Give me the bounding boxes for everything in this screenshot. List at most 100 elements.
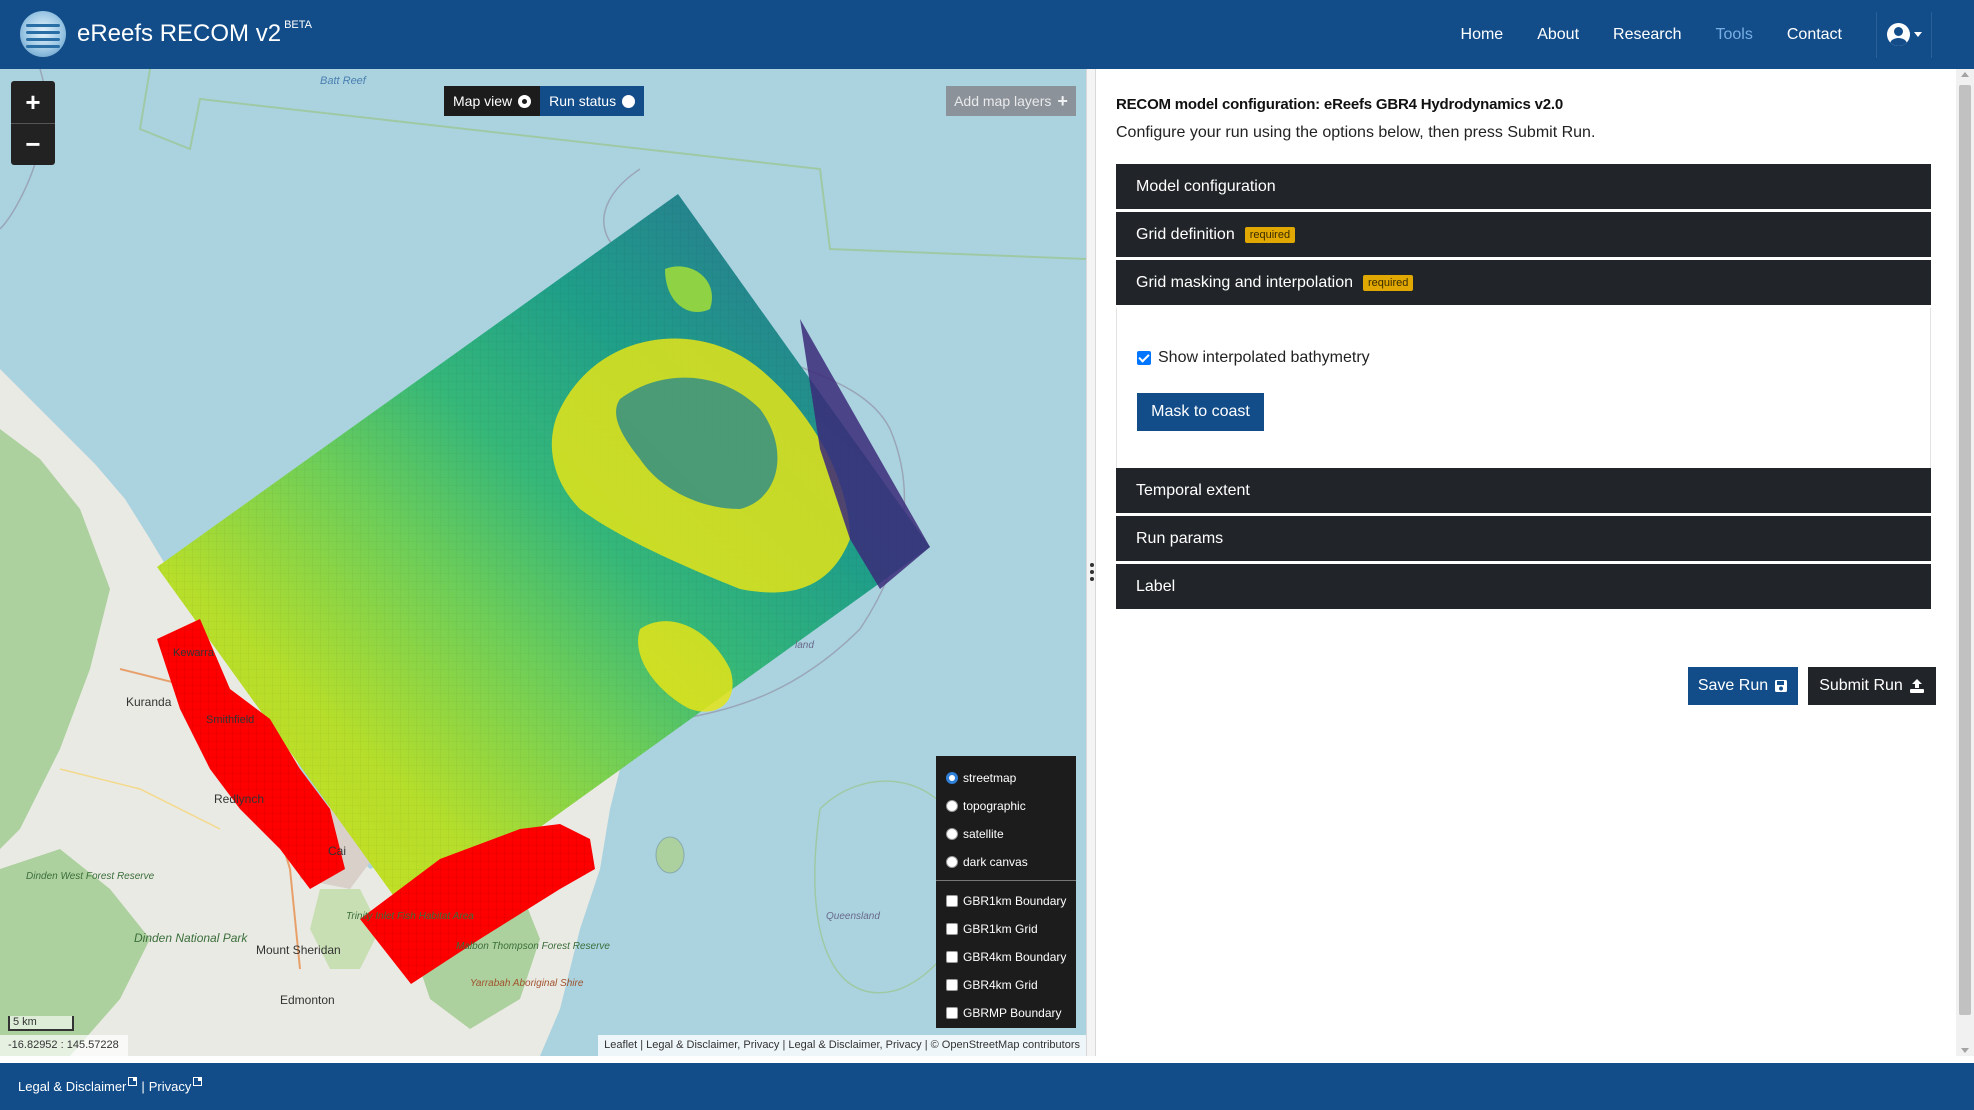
- basemap-label: streetmap: [963, 771, 1017, 785]
- section-label[interactable]: Label: [1116, 564, 1931, 612]
- radio-selected-icon: [518, 94, 532, 108]
- overlay-option-gbr4km-grid[interactable]: GBR4km Grid: [936, 971, 1076, 999]
- user-menu-button[interactable]: [1876, 11, 1932, 58]
- section-label: Model configuration: [1136, 177, 1276, 195]
- map-view-label: Map view: [453, 93, 513, 109]
- checkbox-icon[interactable]: [946, 895, 958, 907]
- plus-icon: +: [1057, 90, 1068, 111]
- section-temporal-extent[interactable]: Temporal extent: [1116, 468, 1931, 516]
- radio-icon[interactable]: [946, 772, 958, 784]
- section-label: Run params: [1136, 529, 1224, 547]
- config-subtitle: Configure your run using the options bel…: [1116, 124, 1596, 141]
- map-place-label: Cai: [328, 844, 346, 858]
- radio-icon[interactable]: [946, 828, 958, 840]
- overlay-label: GBR1km Grid: [963, 922, 1038, 936]
- pane-splitter[interactable]: [1086, 69, 1096, 1056]
- footer-separator: |: [141, 1079, 145, 1094]
- nav-tools[interactable]: Tools: [1716, 26, 1753, 44]
- layer-switcher: streetmap topographic satellite dark can…: [936, 756, 1076, 1028]
- basemap-option-dark-canvas[interactable]: dark canvas: [936, 848, 1076, 876]
- config-accordion: Model configuration Grid definition requ…: [1116, 164, 1931, 612]
- config-panel: RECOM model configuration: eReefs GBR4 H…: [1096, 69, 1956, 1056]
- map-place-label: Queensland: [826, 911, 880, 922]
- checkbox-icon[interactable]: [946, 951, 958, 963]
- overlay-label: GBR1km Boundary: [963, 894, 1067, 908]
- scroll-thumb[interactable]: [1959, 85, 1971, 1015]
- radio-unselected-icon: [622, 94, 636, 108]
- legal-disclaimer-link[interactable]: Legal & Disclaimer: [18, 1079, 126, 1094]
- section-model-configuration[interactable]: Model configuration: [1116, 164, 1931, 212]
- ereefs-logo-icon: [20, 11, 66, 57]
- map-place-label: Mount Sheridan: [256, 943, 341, 957]
- map-canvas[interactable]: Batt Reef Kewarra Kuranda Smithfield Redlync…: [0, 69, 1086, 1056]
- section-label: Temporal extent: [1136, 481, 1250, 499]
- overlay-option-gbr4km-boundary[interactable]: GBR4km Boundary: [936, 943, 1076, 971]
- section-label-text: Label: [1136, 577, 1176, 595]
- show-bathymetry-label: Show interpolated bathymetry: [1158, 349, 1370, 366]
- user-account-icon: [1886, 23, 1910, 46]
- drag-handle-icon[interactable]: [1090, 563, 1094, 581]
- basemap-option-topographic[interactable]: topographic: [936, 792, 1076, 820]
- basemap-label: satellite: [963, 827, 1004, 841]
- section-run-params[interactable]: Run params: [1116, 516, 1931, 564]
- map-place-label: Dinden West Forest Reserve: [26, 871, 155, 882]
- submit-run-button[interactable]: Submit Run: [1808, 667, 1936, 705]
- config-title: RECOM model configuration: eReefs GBR4 H…: [1116, 96, 1564, 113]
- app-title-text: eReefs RECOM v2: [77, 20, 282, 47]
- run-status-label: Run status: [549, 93, 617, 109]
- save-run-button[interactable]: Save Run: [1688, 667, 1798, 705]
- map-place-label: Dinden National Park: [134, 931, 248, 945]
- top-navbar: eReefs RECOM v2 BETA Home About Research …: [0, 0, 1974, 69]
- map-place-label: Yarrabah Aboriginal Shire: [470, 978, 584, 989]
- map-pane[interactable]: Batt Reef Kewarra Kuranda Smithfield Redlync…: [0, 69, 1086, 1056]
- basemap-option-satellite[interactable]: satellite: [936, 820, 1076, 848]
- section-label: Grid definition: [1136, 225, 1235, 243]
- overlay-label: GBR4km Grid: [963, 978, 1038, 992]
- radio-icon[interactable]: [946, 800, 958, 812]
- section-grid-masking[interactable]: Grid masking and interpolation required: [1116, 260, 1931, 308]
- show-bathymetry-checkbox-row[interactable]: Show interpolated bathymetry: [1137, 349, 1370, 367]
- map-place-label: Trinity Inlet Fish Habitat Area: [346, 911, 474, 922]
- privacy-link[interactable]: Privacy: [149, 1079, 192, 1094]
- site-footer: Legal & Disclaimer | Privacy: [0, 1063, 1974, 1110]
- zoom-out-button[interactable]: −: [11, 123, 55, 165]
- overlay-option-gbrmp-boundary[interactable]: GBRMP Boundary: [936, 999, 1076, 1027]
- scroll-up-arrow-icon[interactable]: [1961, 72, 1969, 77]
- add-map-layers-label: Add map layers: [954, 93, 1052, 109]
- overlay-option-gbr1km-grid[interactable]: GBR1km Grid: [936, 915, 1076, 943]
- external-link-icon: [128, 1077, 138, 1086]
- section-grid-definition[interactable]: Grid definition required: [1116, 212, 1931, 260]
- map-attribution[interactable]: Leaflet | Legal & Disclaimer, Privacy | …: [598, 1035, 1086, 1056]
- checkbox-checked-icon[interactable]: [1137, 351, 1151, 365]
- mask-to-coast-button[interactable]: Mask to coast: [1137, 393, 1264, 431]
- basemap-label: dark canvas: [963, 855, 1028, 869]
- add-map-layers-button[interactable]: Add map layers +: [946, 86, 1076, 116]
- section-label: Grid masking and interpolation: [1136, 273, 1354, 291]
- map-view-toggle[interactable]: Map view: [444, 86, 541, 116]
- nav-contact[interactable]: Contact: [1787, 26, 1842, 44]
- nav-about[interactable]: About: [1537, 26, 1579, 44]
- map-scale-bar: 5 km: [8, 1016, 74, 1031]
- external-link-icon: [193, 1077, 203, 1086]
- nav-research[interactable]: Research: [1613, 26, 1681, 44]
- overlay-option-gbr1km-boundary[interactable]: GBR1km Boundary: [936, 887, 1076, 915]
- basemap-label: topographic: [963, 799, 1026, 813]
- app-title: eReefs RECOM v2 BETA: [77, 19, 312, 48]
- nav-home[interactable]: Home: [1461, 26, 1504, 44]
- submit-run-label: Submit Run: [1819, 677, 1903, 694]
- map-place-label: Kuranda: [126, 695, 172, 709]
- grid-masking-body: Show interpolated bathymetry Mask to coa…: [1116, 308, 1931, 468]
- radio-icon[interactable]: [946, 856, 958, 868]
- brand[interactable]: eReefs RECOM v2 BETA: [20, 9, 312, 59]
- checkbox-icon[interactable]: [946, 923, 958, 935]
- required-badge: required: [1244, 226, 1296, 243]
- island: [655, 836, 685, 874]
- basemap-option-streetmap[interactable]: streetmap: [936, 764, 1076, 792]
- scroll-down-arrow-icon[interactable]: [1961, 1048, 1969, 1053]
- checkbox-icon[interactable]: [946, 1007, 958, 1019]
- run-status-toggle[interactable]: Run status: [540, 86, 645, 116]
- page-scrollbar[interactable]: [1956, 69, 1974, 1056]
- zoom-in-button[interactable]: +: [11, 81, 55, 123]
- map-place-label: Redlynch: [214, 792, 264, 806]
- checkbox-icon[interactable]: [946, 979, 958, 991]
